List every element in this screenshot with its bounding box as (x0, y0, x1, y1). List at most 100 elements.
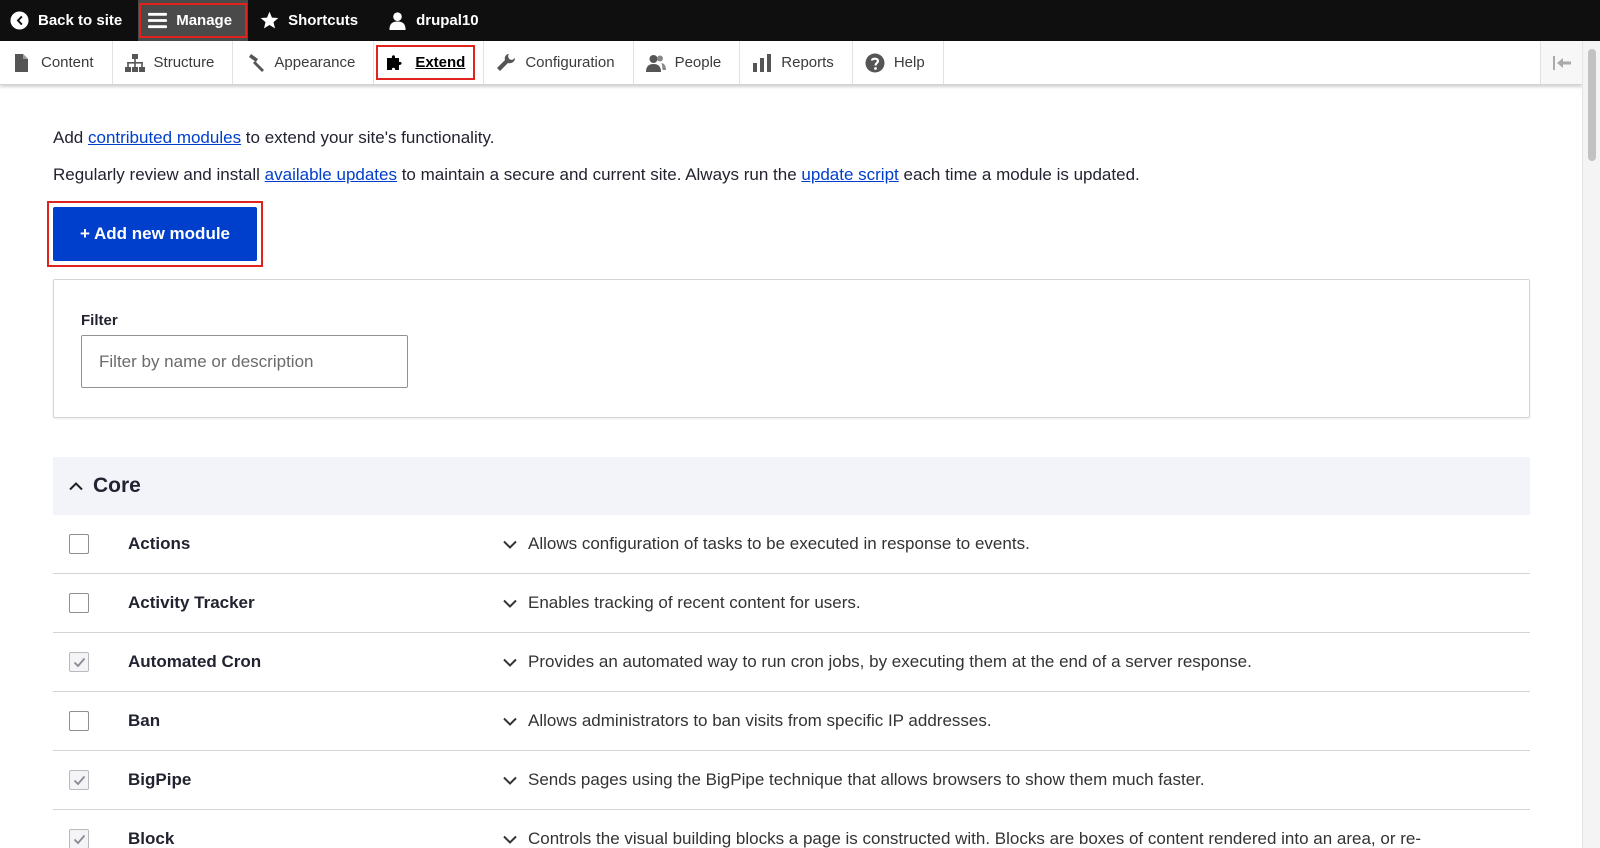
module-name: BigPipe (128, 770, 192, 789)
tray-item-label: Content (41, 54, 94, 71)
table-row: Block Controls the visual building block… (53, 810, 1530, 848)
back-to-site-link[interactable]: Back to site (0, 0, 136, 41)
hammer-icon (249, 53, 265, 72)
admin-toolbar: Back to site Manage Shortcuts drupal10 (0, 0, 1600, 41)
table-row: Activity Tracker Enables tracking of rec… (53, 574, 1530, 633)
people-icon (645, 54, 666, 72)
module-name: Ban (128, 711, 161, 730)
intro-text: to maintain a secure and current site. A… (396, 165, 802, 184)
table-row: BigPipe Sends pages using the BigPipe te… (53, 751, 1530, 810)
help-icon (865, 53, 885, 72)
module-description: Allows configuration of tasks to be exec… (528, 534, 1030, 553)
wrench-icon (497, 53, 516, 71)
module-checkbox-actions[interactable] (69, 534, 89, 554)
module-name: Automated Cron (128, 652, 262, 671)
tray-item-content[interactable]: Content (0, 41, 113, 84)
user-tab[interactable]: drupal10 (372, 0, 493, 41)
module-name: Block (128, 829, 175, 848)
chevron-down-icon (503, 658, 517, 667)
manage-tab[interactable]: Manage (138, 0, 249, 41)
module-checkbox-activity-tracker[interactable] (69, 593, 89, 613)
tray-item-appearance[interactable]: Appearance (233, 41, 375, 84)
tray-item-help[interactable]: Help (853, 41, 944, 84)
module-description-toggle[interactable]: Enables tracking of recent content for u… (503, 593, 861, 613)
checkmark-icon (73, 834, 85, 844)
module-description-toggle[interactable]: Controls the visual building blocks a pa… (503, 829, 1421, 848)
module-description-toggle[interactable]: Allows configuration of tasks to be exec… (503, 534, 1030, 554)
module-description: Provides an automated way to run cron jo… (528, 652, 1252, 671)
shortcuts-tab[interactable]: Shortcuts (248, 0, 372, 41)
add-new-module-button[interactable]: + Add new module (53, 207, 257, 261)
tray-item-label: Appearance (274, 54, 356, 71)
chevron-up-icon (69, 482, 83, 491)
module-description: Controls the visual building blocks a pa… (528, 829, 1421, 848)
admin-tray: Content Structure Appearance Extend Conf… (0, 41, 1582, 85)
menu-icon (148, 12, 168, 29)
tray-item-label: Configuration (525, 54, 615, 71)
intro-text: Regularly review and install (53, 165, 265, 184)
module-description-toggle[interactable]: Sends pages using the BigPipe technique … (503, 770, 1205, 790)
module-description: Sends pages using the BigPipe technique … (528, 770, 1205, 789)
scrollbar-thumb[interactable] (1588, 49, 1596, 161)
intro-text: Add (53, 128, 88, 147)
user-label: drupal10 (416, 12, 479, 29)
intro-paragraph-contributed: Add contributed modules to extend your s… (53, 127, 494, 149)
back-to-site-label: Back to site (38, 12, 123, 29)
collapse-left-icon (1552, 55, 1571, 70)
chevron-down-icon (503, 835, 517, 844)
back-arrow-icon (10, 11, 29, 30)
core-section-title: Core (93, 474, 141, 497)
manage-label: Manage (176, 12, 233, 29)
shortcuts-label: Shortcuts (288, 12, 359, 29)
intro-text: each time a module is updated. (898, 165, 1140, 184)
module-description: Enables tracking of recent content for u… (528, 593, 861, 612)
tray-item-configuration[interactable]: Configuration (484, 41, 634, 84)
chevron-down-icon (503, 717, 517, 726)
intro-text: to extend your site's functionality. (241, 128, 495, 147)
tray-item-label: Extend (415, 54, 466, 71)
table-row: Actions Allows configuration of tasks to… (53, 515, 1530, 574)
module-name: Actions (128, 534, 191, 553)
table-row: Ban Allows administrators to ban visits … (53, 692, 1530, 751)
tray-item-structure[interactable]: Structure (113, 41, 234, 84)
tray-item-label: Help (893, 54, 925, 71)
bar-chart-icon (753, 53, 772, 72)
chevron-down-icon (503, 599, 517, 608)
puzzle-icon (387, 54, 402, 70)
user-icon (389, 12, 406, 30)
module-checkbox-block[interactable] (69, 829, 89, 848)
module-checkbox-bigpipe[interactable] (69, 770, 89, 790)
checkmark-icon (73, 775, 85, 785)
available-updates-link[interactable]: available updates (265, 165, 397, 184)
tray-item-label: Structure (153, 54, 215, 71)
tray-orientation-toggle[interactable] (1540, 41, 1582, 84)
page-scrollbar[interactable] (1582, 41, 1600, 848)
add-module-highlight: + Add new module (47, 201, 263, 267)
core-section-toggle[interactable]: Core (53, 457, 1530, 515)
chevron-down-icon (503, 540, 517, 549)
tray-item-extend[interactable]: Extend (374, 41, 485, 84)
chevron-down-icon (503, 776, 517, 785)
contributed-modules-link[interactable]: contributed modules (88, 128, 241, 147)
intro-paragraph-updates: Regularly review and install available u… (53, 164, 1140, 186)
table-row: Automated Cron Provides an automated way… (53, 633, 1530, 692)
tray-item-label: Reports (781, 54, 834, 71)
filter-input[interactable] (81, 335, 408, 388)
checkmark-icon (73, 657, 85, 667)
module-checkbox-ban[interactable] (69, 711, 89, 731)
tray-item-people[interactable]: People (634, 41, 741, 84)
module-description-toggle[interactable]: Allows administrators to ban visits from… (503, 711, 992, 731)
module-list: Actions Allows configuration of tasks to… (53, 515, 1530, 848)
tray-item-reports[interactable]: Reports (740, 41, 853, 84)
module-description-toggle[interactable]: Provides an automated way to run cron jo… (503, 652, 1252, 672)
file-icon (15, 53, 28, 72)
update-script-link[interactable]: update script (801, 165, 898, 184)
sitemap-icon (124, 53, 145, 72)
tray-item-label: People (674, 54, 722, 71)
module-checkbox-automated-cron[interactable] (69, 652, 89, 672)
module-name: Activity Tracker (128, 593, 255, 612)
filter-label: Filter (81, 312, 118, 329)
filter-panel: Filter (53, 279, 1530, 418)
star-icon (260, 11, 279, 29)
module-description: Allows administrators to ban visits from… (528, 711, 992, 730)
